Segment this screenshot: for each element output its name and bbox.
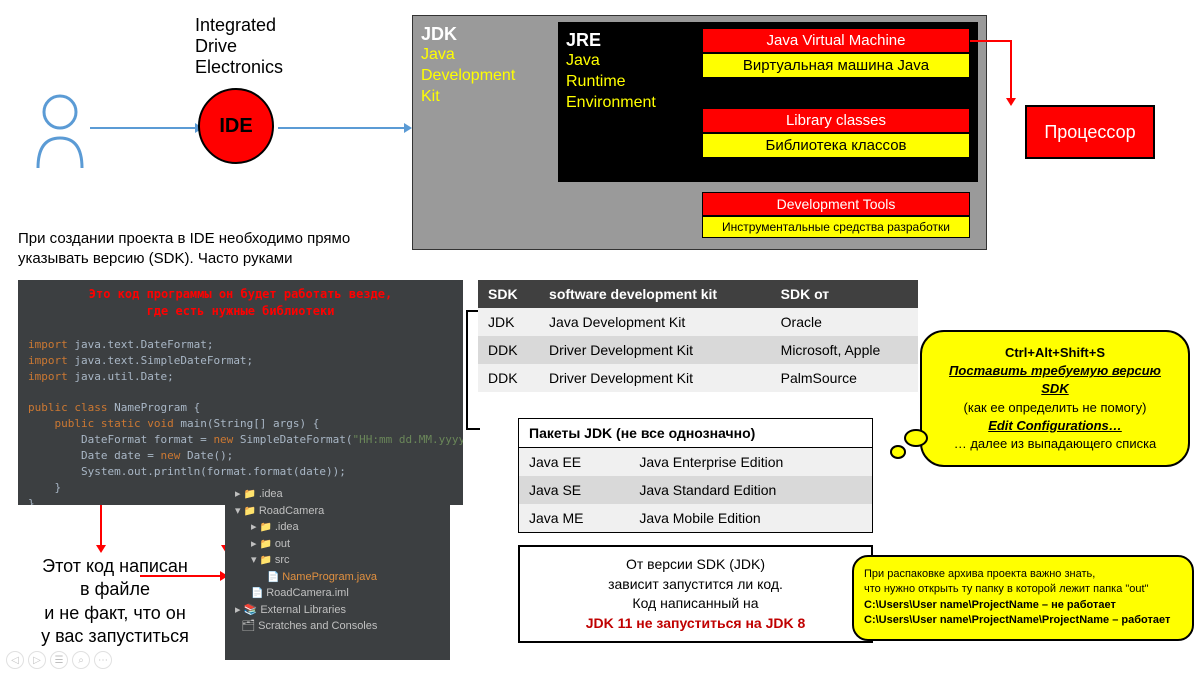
lib-ru: Библиотека классов	[702, 133, 970, 158]
play-icon[interactable]: ▷	[28, 651, 46, 669]
note-ide-sdk: При создании проекта в IDE необходимо пр…	[18, 229, 418, 268]
zoom-icon[interactable]: ⌕	[72, 651, 90, 669]
dev-block: Development Tools Инструментальные средс…	[702, 192, 970, 238]
arrow-jvm-proc-v	[1010, 40, 1012, 98]
jvm-ru: Виртуальная машина Java	[702, 53, 970, 78]
arrow-code-down2	[100, 505, 102, 545]
processor-box: Процессор	[1025, 105, 1155, 159]
table-row: Java MEJava Mobile Edition	[519, 504, 873, 533]
bubble-unpack: При распаковке архива проекта важно знат…	[852, 555, 1194, 641]
sdk-table: SDK software development kit SDK от JDKJ…	[478, 280, 918, 392]
ide-circle: IDE	[198, 88, 274, 164]
jvm-block: Java Virtual Machine Виртуальная машина …	[702, 28, 970, 78]
code-panel: Это код программы он будет работать везд…	[18, 280, 463, 505]
lib-en: Library classes	[702, 108, 970, 133]
bubble-shortcut: Ctrl+Alt+Shift+S Поставить требуемую вер…	[920, 330, 1190, 467]
dev-en: Development Tools	[702, 192, 970, 216]
dev-ru: Инструментальные средства разработки	[702, 216, 970, 238]
user-icon	[30, 90, 90, 170]
table-row: Java EEJava Enterprise Edition	[519, 448, 873, 477]
note-code-file: Этот код написан в файле и не факт, что …	[15, 555, 215, 649]
arrow-user-to-ide	[90, 127, 195, 129]
pkg-table: Пакеты JDK (не все однозначно) Java EEJa…	[518, 418, 873, 533]
menu-icon[interactable]: ☰	[50, 651, 68, 669]
table-row: JDKJava Development KitOracle	[478, 308, 918, 336]
prev-slide-icon[interactable]: ◁	[6, 651, 24, 669]
jvm-en: Java Virtual Machine	[702, 28, 970, 53]
ide-abbr: IDE	[219, 115, 252, 138]
arrow-ide-to-jdk	[278, 127, 404, 129]
arrow-jvm-proc-h	[970, 40, 1010, 42]
project-tree: ▸ .idea ▾ RoadCamera ▸ .idea ▸ out ▾ src…	[225, 480, 450, 660]
lib-block: Library classes Библиотека классов	[702, 108, 970, 158]
table-row: Java SEJava Standard Edition	[519, 476, 873, 504]
table-row: DDKDriver Development KitMicrosoft, Appl…	[478, 336, 918, 364]
more-icon[interactable]: ⋯	[94, 651, 112, 669]
warn-box: От версии SDK (JDK) зависит запустится л…	[518, 545, 873, 643]
table-row: DDKDriver Development KitPalmSource	[478, 364, 918, 392]
slide-controls[interactable]: ◁ ▷ ☰ ⌕ ⋯	[6, 651, 112, 669]
ide-full-label: Integrated Drive Electronics	[195, 15, 283, 78]
